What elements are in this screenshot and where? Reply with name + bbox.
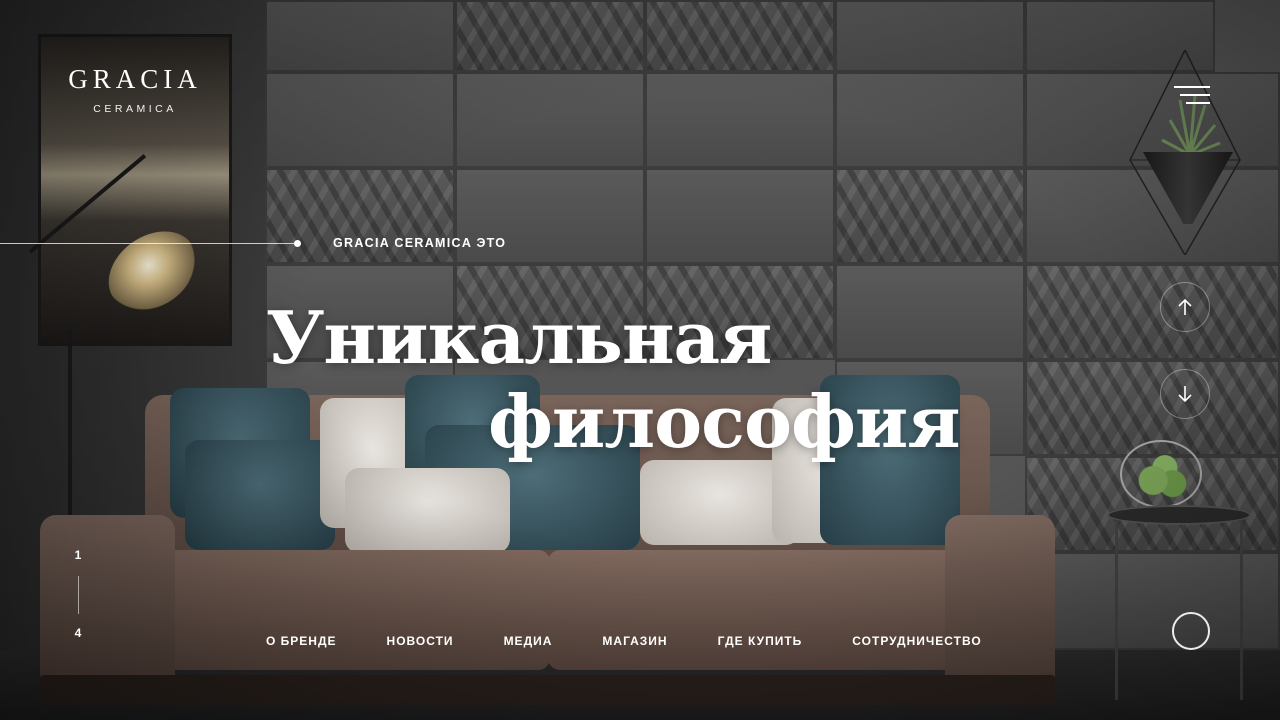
brand-name: GRACIA: [68, 64, 202, 94]
headline-line-2: философия: [488, 379, 961, 464]
arrow-up-icon: [1178, 298, 1192, 315]
arrow-down-icon: [1178, 386, 1192, 403]
menu-line: [1186, 102, 1210, 104]
eyebrow-dot: [294, 240, 301, 247]
brand-subtitle: CERAMICA: [93, 103, 177, 115]
nav-item-cooperation[interactable]: СОТРУДНИЧЕСТВО: [852, 634, 981, 648]
hero-eyebrow: GRACIA CERAMICA ЭТО: [333, 236, 507, 250]
nav-item-media[interactable]: МЕДИА: [504, 634, 553, 648]
pager-current: 1: [74, 548, 82, 562]
nav-item-shop[interactable]: МАГАЗИН: [602, 634, 667, 648]
headline-line-1: Уникальная: [266, 295, 772, 380]
slide-pager: 1 4: [66, 548, 90, 640]
slide-down-button[interactable]: [1160, 369, 1210, 419]
pager-track: [77, 576, 79, 614]
hamburger-menu-icon[interactable]: [1174, 86, 1210, 110]
menu-line: [1174, 86, 1210, 88]
eyebrow-line: [0, 243, 294, 244]
menu-line: [1180, 94, 1210, 96]
main-nav: О БРЕНДЕ НОВОСТИ МЕДИА МАГАЗИН ГДЕ КУПИТ…: [266, 634, 1032, 648]
nav-item-where-to-buy[interactable]: ГДЕ КУПИТЬ: [718, 634, 803, 648]
slide-up-button[interactable]: [1160, 282, 1210, 332]
pager-total: 4: [74, 626, 82, 640]
brand-logo[interactable]: GRACIA CERAMICA: [38, 64, 232, 115]
circle-icon[interactable]: [1172, 612, 1210, 650]
hero-headline: Уникальная философия: [266, 295, 961, 464]
nav-item-news[interactable]: НОВОСТИ: [387, 634, 454, 648]
nav-item-about[interactable]: О БРЕНДЕ: [266, 634, 337, 648]
